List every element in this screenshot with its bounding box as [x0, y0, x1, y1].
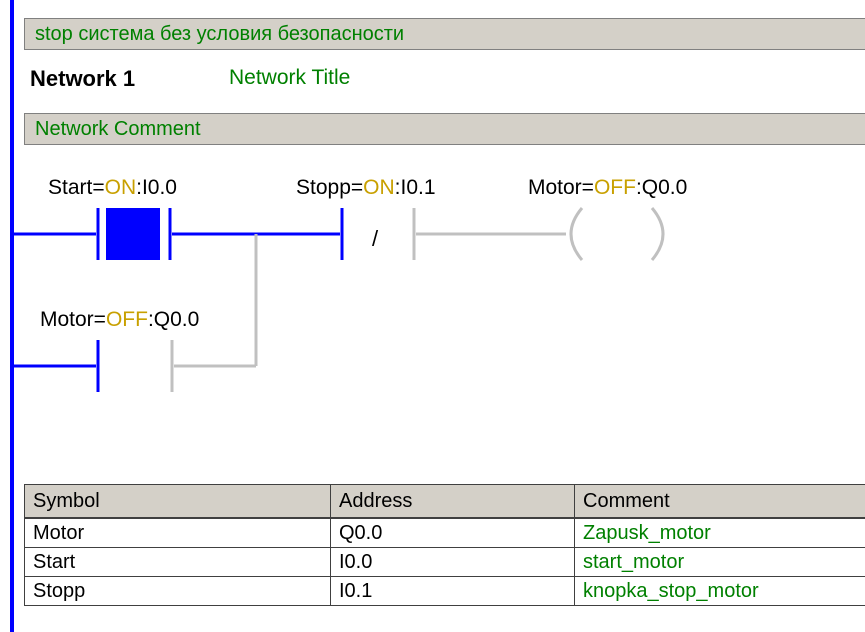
cell-symbol[interactable]: Start	[24, 547, 331, 577]
cell-address[interactable]: I0.1	[330, 576, 575, 606]
cell-address[interactable]: I0.0	[330, 547, 575, 577]
symbol-table-header: Symbol Address Comment	[24, 484, 865, 519]
coil-left-paren	[569, 207, 584, 261]
cell-comment[interactable]: Zapusk_motor	[574, 517, 865, 548]
cell-symbol[interactable]: Stopp	[24, 576, 331, 606]
symbol-table: Symbol Address Comment Motor Q0.0 Zapusk…	[24, 484, 865, 606]
coil-right-paren	[650, 207, 665, 261]
table-row[interactable]: Start I0.0 start_motor	[24, 547, 865, 577]
header-symbol[interactable]: Symbol	[24, 484, 331, 519]
cell-address[interactable]: Q0.0	[330, 517, 575, 548]
stopp-negate-glyph: /	[372, 226, 379, 251]
table-row[interactable]: Stopp I0.1 knopka_stop_motor	[24, 576, 865, 606]
motor-coil[interactable]	[569, 207, 665, 261]
start-contact-fill	[106, 208, 160, 260]
table-row[interactable]: Motor Q0.0 Zapusk_motor	[24, 517, 865, 548]
header-comment[interactable]: Comment	[574, 484, 865, 519]
motor-contact[interactable]	[96, 340, 174, 392]
cell-symbol[interactable]: Motor	[24, 517, 331, 548]
start-contact[interactable]	[96, 208, 172, 260]
header-address[interactable]: Address	[330, 484, 575, 519]
cell-comment[interactable]: start_motor	[574, 547, 865, 577]
stopp-contact[interactable]: /	[340, 208, 416, 260]
cell-comment[interactable]: knopka_stop_motor	[574, 576, 865, 606]
